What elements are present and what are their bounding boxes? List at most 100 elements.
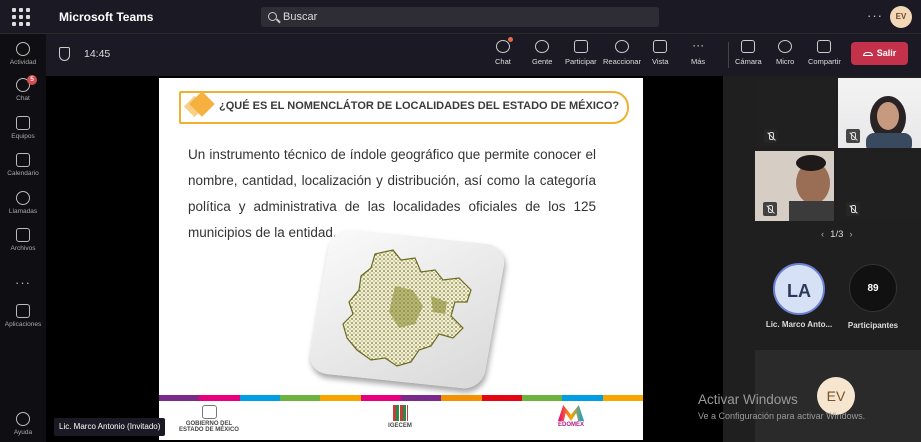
rail-item-chat[interactable]: 5 Chat xyxy=(0,75,46,102)
rail-label-files: Archivos xyxy=(10,245,36,252)
help-icon xyxy=(16,412,30,426)
mic-button[interactable]: Micro xyxy=(776,40,794,66)
mic-off-icon xyxy=(764,129,778,143)
watermark-line-1: Activar Windows xyxy=(698,392,798,407)
rail-label-chat: Chat xyxy=(16,95,30,102)
gallery-page-indicator: 1/3 xyxy=(830,229,844,240)
slide-body-text: Un instrumento técnico de índole geográf… xyxy=(188,147,596,240)
rail-label-teams: Equipos xyxy=(11,133,35,140)
video-tile-participant[interactable] xyxy=(838,78,921,148)
rail-label-calls: Llamadas xyxy=(8,208,38,215)
raise-hand-label: Participar xyxy=(565,57,597,66)
rail-item-calls[interactable]: Llamadas xyxy=(0,191,46,215)
file-icon xyxy=(16,228,30,242)
rail-label-calendar: Calendario xyxy=(7,170,39,177)
gobierno-logo-text: GOBIERNO DEL ESTADO DE MÉXICO xyxy=(179,421,239,433)
rail-item-apps[interactable]: Aplicaciones xyxy=(0,304,46,328)
meeting-controls-bar: 14:45 Chat Gente Participar Reaccionar V… xyxy=(46,34,921,76)
smiley-icon xyxy=(614,40,629,53)
rail-item-help[interactable]: Ayuda xyxy=(0,412,46,436)
app-rail: Actividad 5 Chat Equipos Calendario Llam… xyxy=(0,34,46,442)
rail-item-files[interactable]: Archivos xyxy=(0,228,46,252)
teams-icon xyxy=(16,116,30,130)
phone-icon xyxy=(16,191,30,205)
more-button[interactable]: ··· Más xyxy=(691,38,706,66)
bell-icon xyxy=(16,42,30,56)
app-launcher-icon[interactable] xyxy=(12,8,30,26)
participant-name: Lic. Marco Anto... xyxy=(765,320,833,329)
igecem-mark-icon xyxy=(392,405,408,421)
video-tile-empty[interactable] xyxy=(755,78,834,148)
chevron-left-icon[interactable]: ‹ xyxy=(821,229,824,240)
apps-icon xyxy=(16,304,30,318)
chat-button-label: Chat xyxy=(495,57,511,66)
edomex-logo-text: EDOMÉX xyxy=(557,422,584,428)
top-bar: Microsoft Teams Buscar ··· EV xyxy=(0,0,921,34)
more-apps-icon[interactable]: ··· xyxy=(0,275,46,290)
people-icon xyxy=(535,40,550,53)
rail-item-teams[interactable]: Equipos xyxy=(0,116,46,140)
user-avatar[interactable]: EV xyxy=(890,6,912,28)
search-input[interactable]: Buscar xyxy=(261,7,659,27)
edomex-mark-icon xyxy=(558,405,584,421)
camera-off-icon xyxy=(741,40,756,53)
raise-hand-button[interactable]: Participar xyxy=(565,40,597,66)
igecem-logo: IGECEM xyxy=(385,405,415,429)
presentation-slide: ¿QUÉ ES EL NOMENCLÁTOR DE LOCALIDADES DE… xyxy=(159,78,643,440)
more-button-label: Más xyxy=(691,57,706,66)
mic-button-label: Micro xyxy=(776,57,795,66)
more-options-icon[interactable]: ··· xyxy=(867,8,883,23)
chat-icon xyxy=(495,37,513,53)
chevron-right-icon[interactable]: › xyxy=(849,229,852,240)
search-placeholder: Buscar xyxy=(283,11,318,23)
rail-label-apps: Aplicaciones xyxy=(4,321,42,328)
video-tile-empty[interactable] xyxy=(838,151,921,221)
grid-view-icon xyxy=(653,40,668,53)
mic-off-icon xyxy=(778,40,793,53)
camera-button[interactable]: Cámara xyxy=(735,40,762,66)
search-icon xyxy=(268,12,277,21)
gallery-pager: ‹ 1/3 › xyxy=(815,229,859,240)
participants-count-button[interactable]: 89 xyxy=(849,264,897,312)
seal-icon xyxy=(201,405,217,419)
mic-off-icon xyxy=(763,202,777,216)
chat-button[interactable]: Chat xyxy=(495,37,513,66)
leave-button-label: Salir xyxy=(876,48,897,58)
edomex-logo: EDOMÉX xyxy=(551,405,591,428)
state-map-image xyxy=(342,249,472,367)
hand-icon xyxy=(573,40,588,53)
more-icon: ··· xyxy=(692,38,705,52)
calendar-icon xyxy=(16,153,30,167)
app-title: Microsoft Teams xyxy=(59,10,154,24)
meeting-timer: 14:45 xyxy=(84,48,111,60)
leave-button[interactable]: Salir xyxy=(851,42,908,65)
watermark-line-2: Ve a Configuración para activar Windows. xyxy=(698,411,866,421)
people-button-label: Gente xyxy=(532,57,553,66)
shield-icon xyxy=(59,47,70,61)
rail-item-calendar[interactable]: Calendario xyxy=(0,153,46,177)
camera-button-label: Cámara xyxy=(735,57,762,66)
react-button-label: Reaccionar xyxy=(603,57,641,66)
view-button[interactable]: Vista xyxy=(652,40,669,66)
share-button-label: Compartir xyxy=(808,57,841,66)
presenter-name-tag: Lic. Marco Antonio (Invitado) xyxy=(54,418,166,436)
participant-avatar[interactable]: LA xyxy=(773,263,825,315)
rail-label-help: Ayuda xyxy=(13,429,33,436)
hang-up-icon xyxy=(862,51,873,56)
rail-label-activity: Actividad xyxy=(9,59,37,66)
video-tile-participant[interactable] xyxy=(755,151,834,221)
view-button-label: Vista xyxy=(652,57,669,66)
mic-off-icon xyxy=(846,202,860,216)
color-strip xyxy=(159,395,643,401)
windows-activation-watermark: Activar Windows Ve a Configuración para … xyxy=(698,392,865,421)
toolbar-divider xyxy=(728,42,729,68)
rail-item-activity[interactable]: Actividad xyxy=(0,42,46,66)
share-icon xyxy=(817,40,832,53)
react-button[interactable]: Reaccionar xyxy=(603,40,641,66)
people-button[interactable]: Gente xyxy=(532,40,552,66)
notification-dot xyxy=(507,37,513,42)
participants-label: Participantes xyxy=(847,321,899,330)
gobierno-logo: GOBIERNO DEL ESTADO DE MÉXICO xyxy=(179,405,239,433)
mic-off-icon xyxy=(846,129,860,143)
share-button[interactable]: Compartir xyxy=(808,40,841,66)
